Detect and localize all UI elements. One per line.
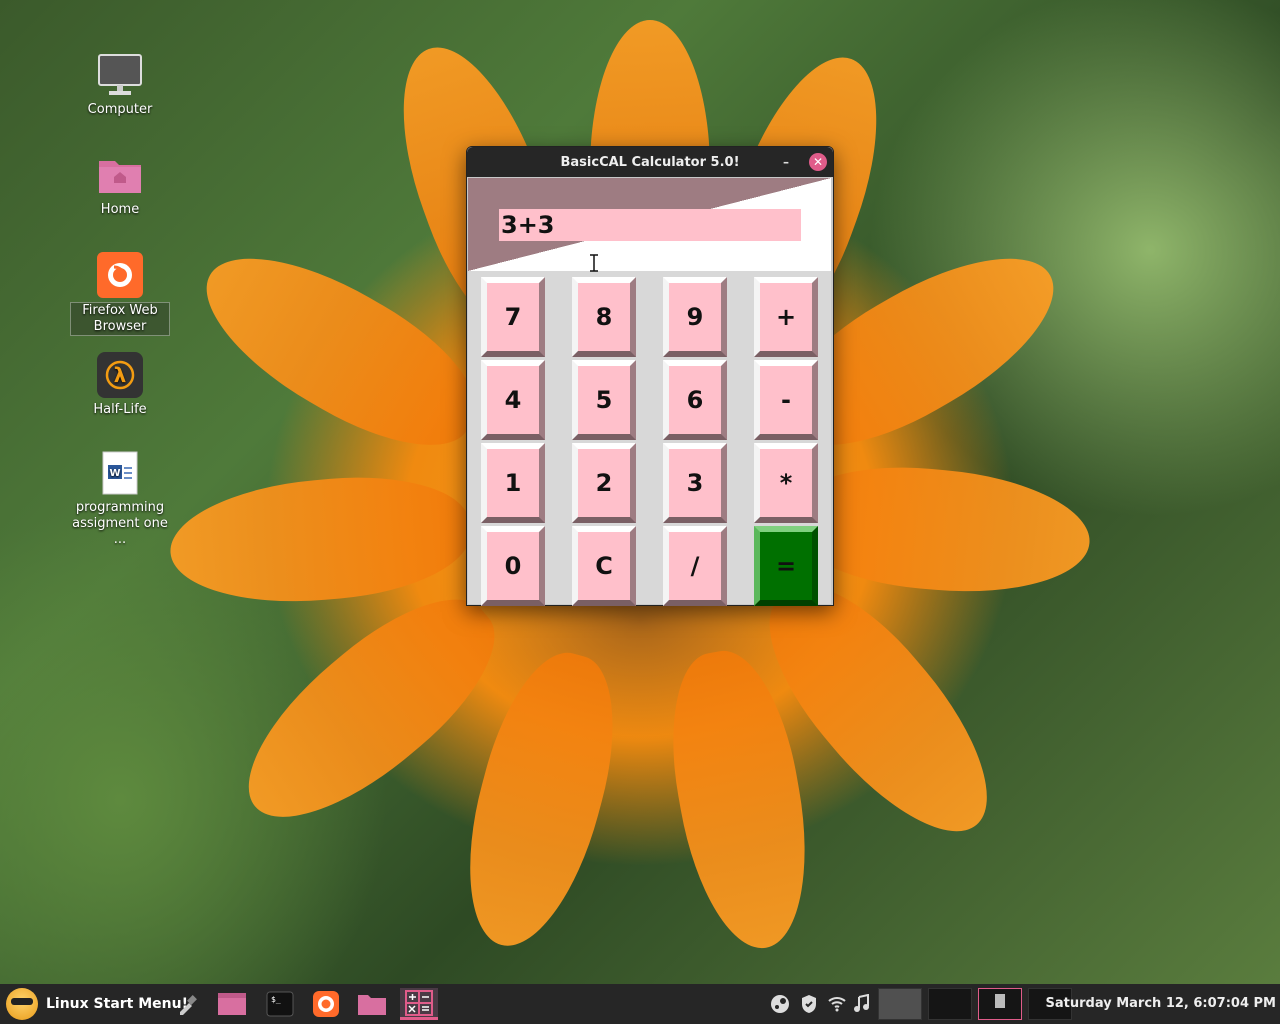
computer-icon — [97, 52, 143, 98]
display-frame: 3+3 — [468, 178, 831, 271]
key-2[interactable]: 2 — [572, 443, 636, 523]
desktop-icon-half-life[interactable]: λ Half-Life — [70, 352, 170, 418]
desktop-icon-label: Computer — [87, 102, 153, 117]
steam-icon[interactable] — [770, 994, 790, 1018]
close-button[interactable]: ✕ — [809, 153, 827, 171]
folder-icon[interactable] — [216, 988, 248, 1020]
text-cursor-icon — [589, 254, 599, 276]
desktop-icon-label: Half-Life — [93, 402, 147, 417]
desktop-icon-label: programming assigment one ... — [72, 500, 168, 547]
wifi-icon[interactable] — [827, 994, 847, 1016]
calculator-icon[interactable] — [400, 988, 438, 1020]
files-icon[interactable] — [356, 988, 388, 1020]
key-9[interactable]: 9 — [663, 277, 727, 357]
firefox-icon[interactable] — [310, 988, 342, 1020]
key-6[interactable]: 6 — [663, 360, 727, 440]
clock[interactable]: Saturday March 12, 6:07:04 PM — [1046, 996, 1276, 1011]
desktop-icon-label: Firefox Web Browser — [70, 302, 170, 336]
lambda-icon: λ — [97, 352, 143, 398]
window-titlebar[interactable]: BasicCAL Calculator 5.0! – ✕ — [467, 147, 833, 177]
key-equals[interactable]: = — [754, 526, 818, 606]
key-minus[interactable]: - — [754, 360, 818, 440]
key-0[interactable]: 0 — [481, 526, 545, 606]
key-8[interactable]: 8 — [572, 277, 636, 357]
desktop-icon-firefox[interactable]: Firefox Web Browser — [70, 252, 170, 336]
sunglasses-face-icon — [6, 988, 38, 1020]
firefox-icon — [97, 252, 143, 298]
svg-text:$_: $_ — [271, 995, 281, 1004]
workspace-3[interactable] — [978, 988, 1022, 1020]
key-3[interactable]: 3 — [663, 443, 727, 523]
start-menu-label: Linux Start Menu! — [46, 996, 188, 1012]
svg-text:λ: λ — [114, 363, 127, 387]
music-icon[interactable] — [853, 993, 871, 1018]
window-title: BasicCAL Calculator 5.0! — [560, 154, 740, 170]
calculator-window: BasicCAL Calculator 5.0! – ✕ 3+3 7 8 9 +… — [466, 146, 834, 606]
svg-text:W: W — [109, 468, 120, 479]
key-1[interactable]: 1 — [481, 443, 545, 523]
start-menu-button[interactable]: Linux Start Menu! — [6, 988, 188, 1020]
calculator-display[interactable]: 3+3 — [499, 209, 801, 241]
key-4[interactable]: 4 — [481, 360, 545, 440]
window-thumbnail — [995, 994, 1005, 1008]
desktop-icon-document[interactable]: W programming assigment one ... — [70, 450, 170, 548]
taskbar: Linux Start Menu! $_ Saturday March 12, … — [0, 984, 1280, 1024]
word-document-icon: W — [97, 450, 143, 496]
minimize-button[interactable]: – — [777, 153, 795, 171]
home-folder-icon — [97, 152, 143, 198]
key-clear[interactable]: C — [572, 526, 636, 606]
eyedropper-icon[interactable] — [172, 988, 204, 1020]
key-7[interactable]: 7 — [481, 277, 545, 357]
desktop-icon-home[interactable]: Home — [70, 152, 170, 218]
key-plus[interactable]: + — [754, 277, 818, 357]
desktop-icon-label: Home — [100, 202, 140, 217]
key-divide[interactable]: / — [663, 526, 727, 606]
shield-icon[interactable] — [800, 994, 818, 1018]
desktop-icon-computer[interactable]: Computer — [70, 52, 170, 118]
keypad: 7 8 9 + 4 5 6 - 1 2 3 * 0 C / = — [468, 271, 831, 606]
workspace-2[interactable] — [928, 988, 972, 1020]
workspace-1[interactable] — [878, 988, 922, 1020]
key-5[interactable]: 5 — [572, 360, 636, 440]
key-multiply[interactable]: * — [754, 443, 818, 523]
terminal-icon[interactable]: $_ — [264, 988, 296, 1020]
